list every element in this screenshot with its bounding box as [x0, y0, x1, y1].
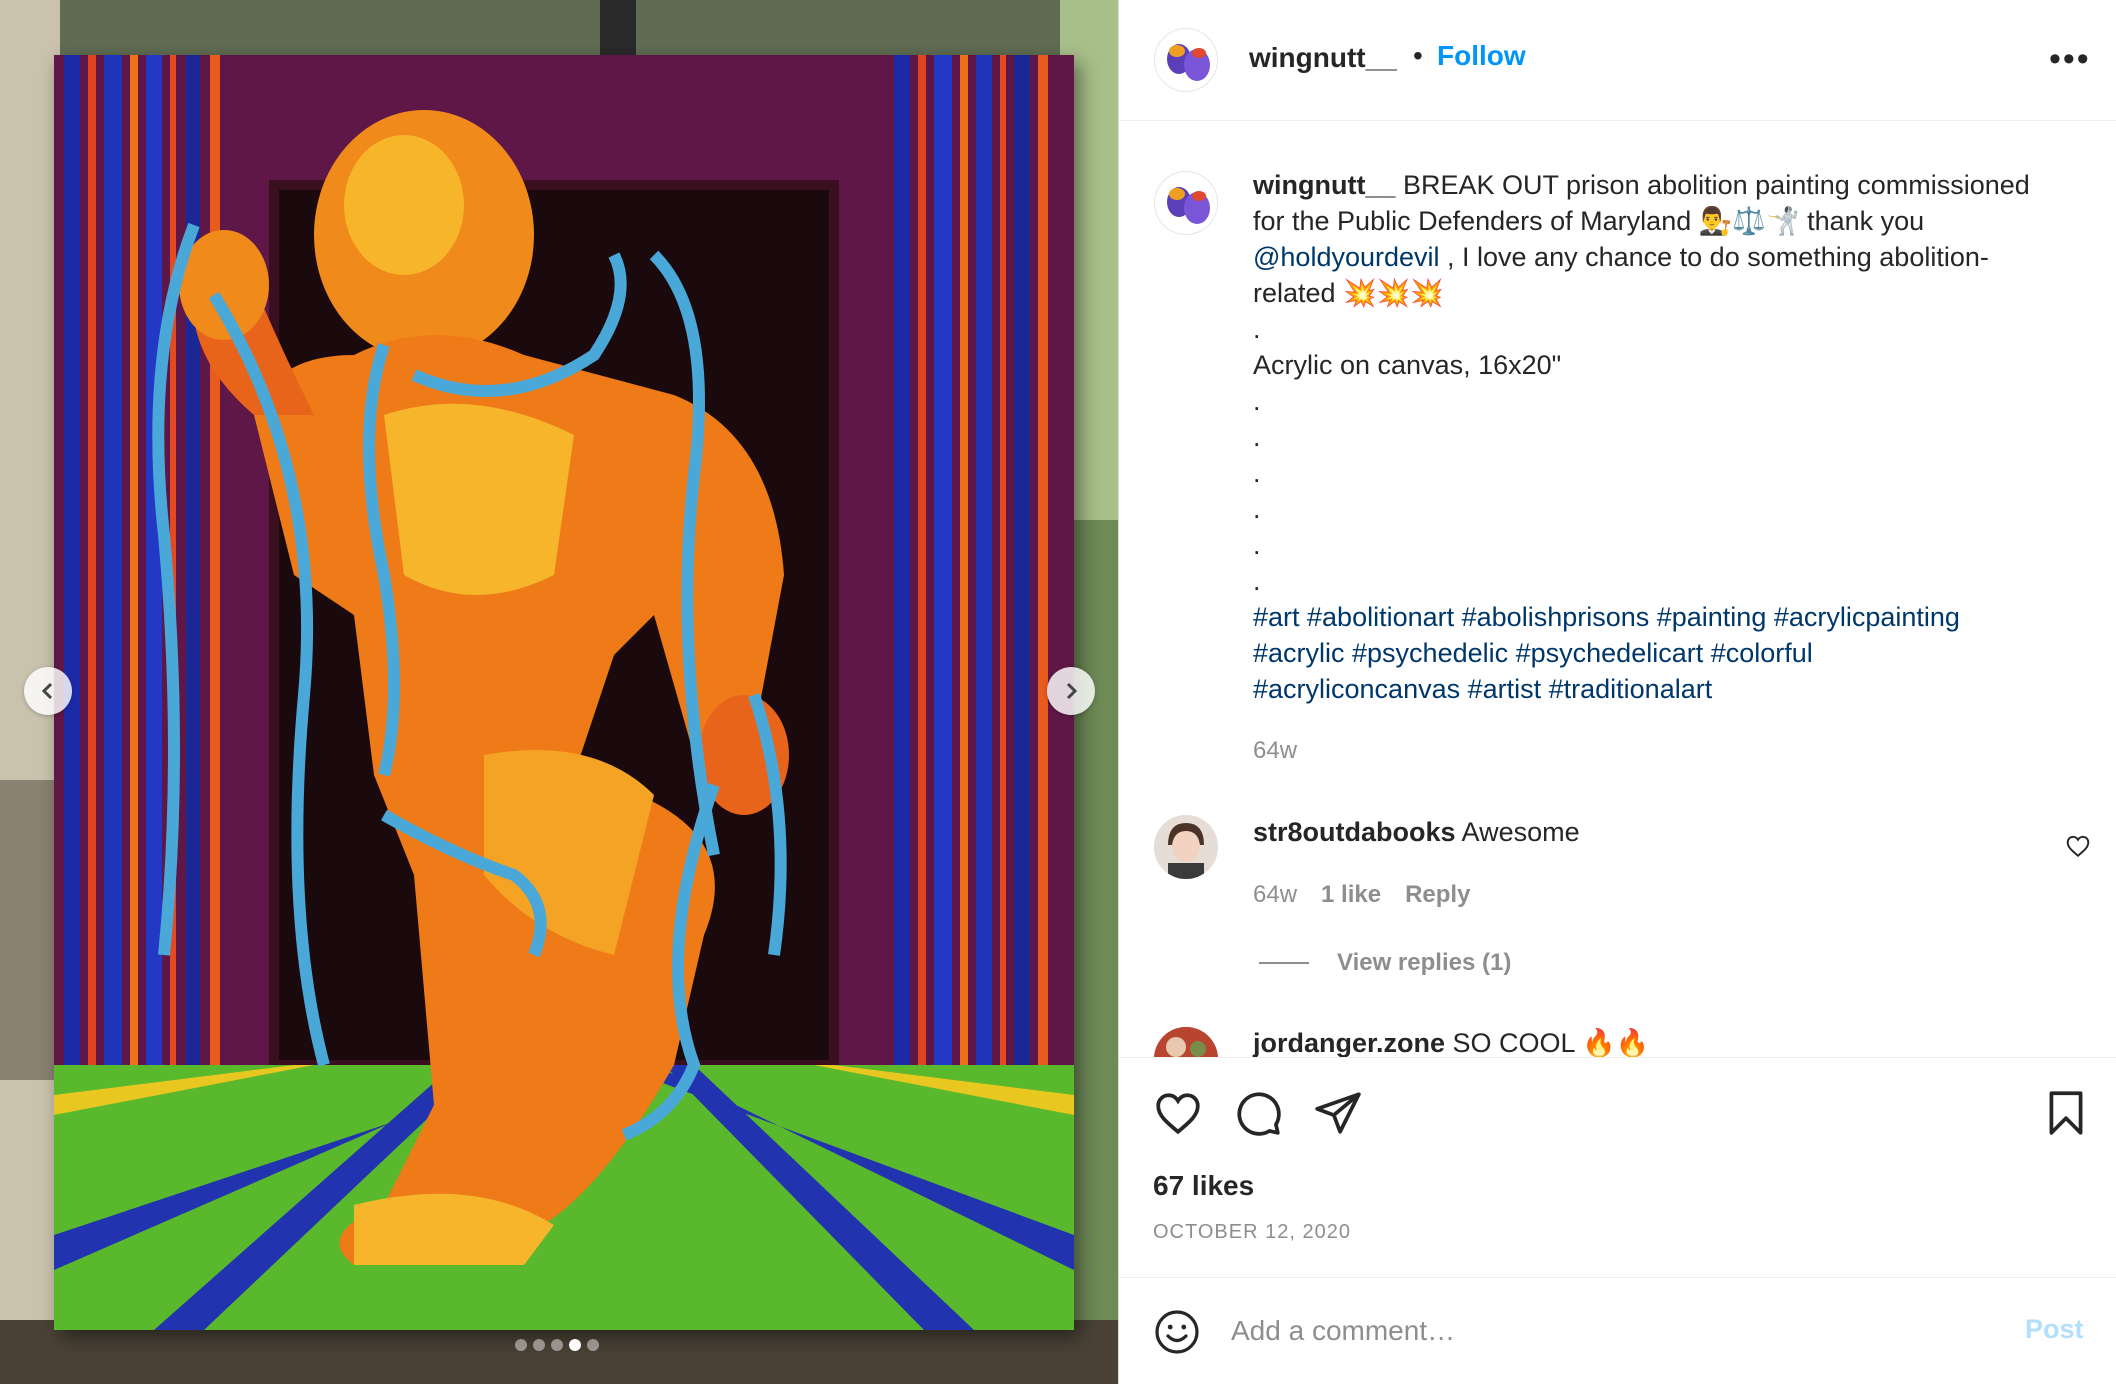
header-separator: • — [1413, 40, 1423, 71]
author-avatar[interactable] — [1154, 28, 1218, 92]
caption-username[interactable]: wingnutt__ — [1253, 170, 1396, 200]
post-caption: wingnutt__ BREAK OUT prison abolition pa… — [1253, 167, 2083, 707]
post-media — [0, 0, 1118, 1384]
post-header: wingnutt__ • Follow ••• — [1119, 0, 2116, 121]
comment-likes[interactable]: 1 like — [1321, 881, 1381, 909]
save-button[interactable] — [2041, 1088, 2091, 1143]
painting-image — [54, 55, 1074, 1330]
author-username[interactable]: wingnutt__ — [1249, 42, 1397, 74]
next-slide-button[interactable] — [1047, 667, 1095, 715]
comment-text: jordanger.zone SO COOL 🔥🔥 — [1253, 1027, 1649, 1057]
share-button[interactable] — [1313, 1088, 1363, 1143]
avatar-image — [1167, 44, 1210, 81]
post-details-panel: wingnutt__ • Follow ••• wingnutt__ BREAK… — [1118, 0, 2116, 1384]
comments-section[interactable]: wingnutt__ BREAK OUT prison abolition pa… — [1119, 121, 2116, 1057]
more-options-icon[interactable]: ••• — [2049, 42, 2091, 76]
caption-dot: . — [1253, 494, 1261, 524]
caption-dot: . — [1253, 566, 1261, 596]
caption-line: Acrylic on canvas, 16x20" — [1253, 350, 1562, 380]
reply-button[interactable]: Reply — [1405, 881, 1470, 909]
bookmark-icon — [2049, 1091, 2083, 1135]
caption-text: , I love any chance to do something abol… — [1439, 242, 1989, 272]
commenter-avatar[interactable] — [1154, 815, 1218, 879]
hashtags-line[interactable]: #art #abolitionart #abolishprisons #pain… — [1253, 599, 2083, 635]
view-replies-label: View replies (1) — [1337, 949, 1512, 976]
avatar-image — [1154, 815, 1218, 879]
hashtags-line[interactable]: #acryliconcanvas #artist #traditionalart — [1253, 671, 2083, 707]
caption-dot: . — [1253, 314, 1261, 344]
mention-link[interactable]: @holdyourdevil — [1253, 242, 1440, 272]
comment-username[interactable]: str8outdabooks — [1253, 817, 1456, 847]
heart-icon — [1156, 1093, 1200, 1135]
like-button[interactable] — [1153, 1088, 1203, 1143]
comment-body: SO COOL 🔥🔥 — [1445, 1028, 1650, 1057]
replies-divider — [1259, 962, 1309, 964]
caption-dot: . — [1253, 458, 1261, 488]
post-date[interactable]: OCTOBER 12, 2020 — [1153, 1221, 1351, 1244]
chevron-left-icon — [41, 682, 53, 700]
carousel-dot — [515, 1339, 527, 1351]
comment-username[interactable]: jordanger.zone — [1253, 1028, 1445, 1057]
previous-slide-button[interactable] — [24, 667, 72, 715]
comment-icon — [1237, 1092, 1281, 1136]
caption-author-avatar[interactable] — [1154, 171, 1218, 235]
heart-icon — [2066, 835, 2090, 858]
comment-body: Awesome — [1455, 817, 1580, 847]
chevron-right-icon — [1066, 682, 1078, 700]
caption-line: @holdyourdevil , I love any chance to do… — [1253, 239, 2083, 275]
carousel-dot — [587, 1339, 599, 1351]
caption-dot: . — [1253, 530, 1261, 560]
caption-dot: . — [1253, 386, 1261, 416]
caption-text: BREAK OUT prison abolition painting comm… — [1395, 170, 2030, 200]
comment-meta: 64w 1 like Reply — [1253, 881, 1470, 909]
hashtags-line[interactable]: #acrylic #psychedelic #psychedelicart #c… — [1253, 635, 2083, 671]
comment-timestamp[interactable]: 64w — [1253, 881, 1297, 909]
add-comment-bar: Post — [1119, 1277, 2116, 1384]
avatar-image — [1154, 1027, 1218, 1057]
commenter-avatar[interactable] — [1154, 1027, 1218, 1057]
carousel-dot-active — [569, 1339, 581, 1351]
caption-line: related 💥💥💥 — [1253, 278, 1444, 308]
share-icon — [1315, 1092, 1361, 1134]
post-actions: 67 likes OCTOBER 12, 2020 — [1119, 1057, 2116, 1277]
comment-like-button[interactable] — [2065, 833, 2091, 864]
carousel-dots — [515, 1339, 599, 1351]
emoji-icon — [1155, 1310, 1199, 1354]
emoji-button[interactable] — [1153, 1308, 1201, 1361]
caption-line: for the Public Defenders of Maryland 👨‍⚖… — [1253, 206, 1925, 236]
carousel-dot — [551, 1339, 563, 1351]
comment-text: str8outdabooks Awesome — [1253, 817, 1580, 848]
likes-count[interactable]: 67 likes — [1153, 1170, 1254, 1202]
comment-input[interactable] — [1231, 1306, 1971, 1356]
post-comment-button[interactable]: Post — [2025, 1314, 2084, 1345]
caption-timestamp[interactable]: 64w — [1253, 737, 1297, 765]
view-replies-button[interactable]: View replies (1) — [1259, 949, 1511, 977]
carousel-dot — [533, 1339, 545, 1351]
follow-button[interactable]: Follow — [1437, 40, 1526, 72]
caption-dot: . — [1253, 422, 1261, 452]
comment-button[interactable] — [1233, 1088, 1283, 1143]
avatar-image — [1167, 187, 1210, 224]
caption-line: wingnutt__ BREAK OUT prison abolition pa… — [1253, 167, 2083, 203]
